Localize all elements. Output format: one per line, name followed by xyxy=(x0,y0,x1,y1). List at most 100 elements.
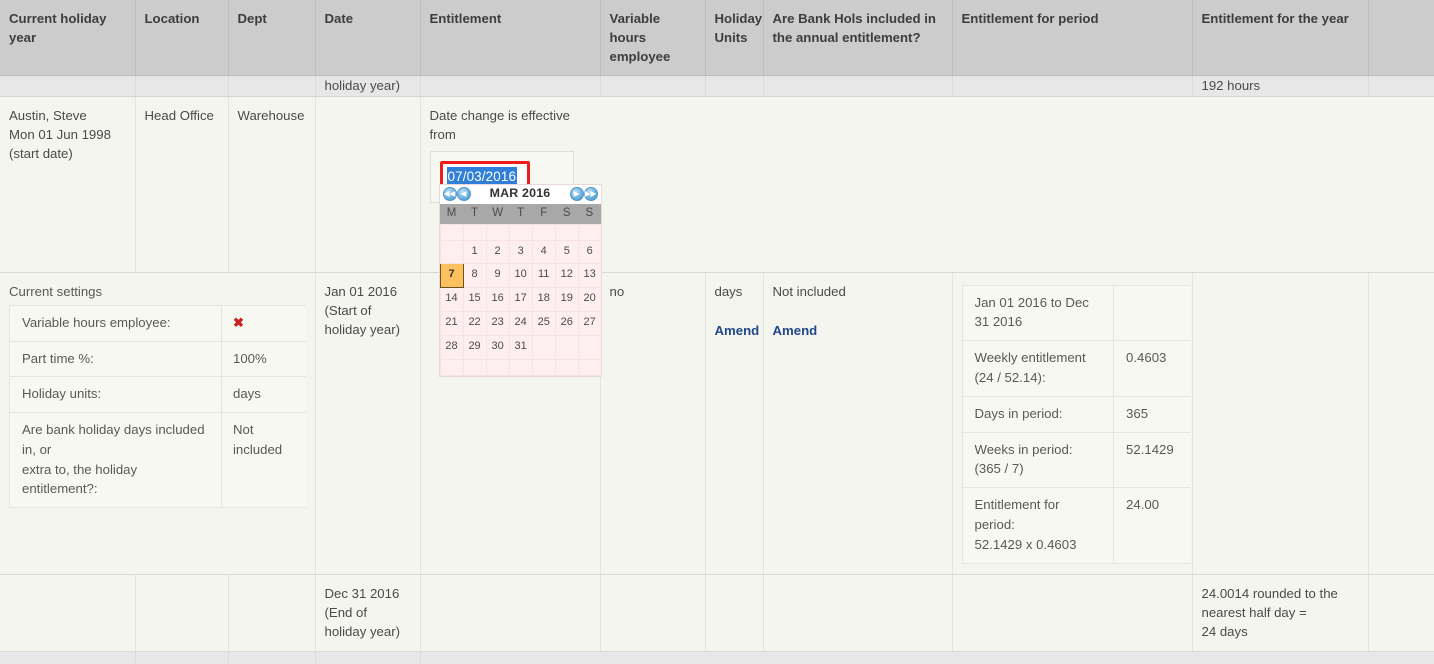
calendar-day[interactable]: 4 xyxy=(531,239,556,265)
calendar-day-empty xyxy=(485,223,510,241)
calendar-day-empty xyxy=(577,359,601,377)
settings-label: Variable hours employee: xyxy=(9,304,222,342)
entitlement-table: Current holiday year Location Dept Date … xyxy=(0,0,1434,664)
column-header-date[interactable]: Date xyxy=(315,0,421,77)
calendar-week-row: 14 15 16 17 18 19 20 xyxy=(439,287,601,313)
calendar-day-selected[interactable]: 7 xyxy=(439,263,464,289)
calendar-day[interactable]: 15 xyxy=(462,287,487,313)
column-header-bank-hols-included[interactable]: Are Bank Hols included in the annual ent… xyxy=(763,0,953,77)
column-header-entitlement-for-period[interactable]: Entitlement for period xyxy=(952,0,1193,77)
cell-empty xyxy=(420,75,601,97)
calendar-day[interactable]: 27 xyxy=(577,311,601,337)
table-row-employee-bach: Bach, Luke Wed 25 Jul 2007 (start date) … xyxy=(0,651,1434,664)
column-header-entitlement-for-the-year[interactable]: Entitlement for the year xyxy=(1192,0,1369,77)
weekday-header-tue: T xyxy=(463,203,487,225)
table-row-year-end: Dec 31 2016 (End of holiday year) 24.001… xyxy=(0,574,1434,652)
next-month-icon[interactable]: ▶ xyxy=(569,187,584,202)
calendar-week-row xyxy=(439,223,601,241)
calendar-day[interactable]: 2 xyxy=(485,239,510,265)
calendar-day[interactable]: 24 xyxy=(508,311,533,337)
weekday-header-thu: T xyxy=(509,203,533,225)
calendar-weekday-row: M T W T F S S xyxy=(440,203,601,225)
settings-label: Holiday units: xyxy=(9,376,222,414)
calendar-day[interactable]: 3 xyxy=(508,239,533,265)
calendar-header: ◀◀ ◀ MAR 2016 ▶ ▶▶ xyxy=(439,184,601,204)
calendar-day[interactable]: 25 xyxy=(531,311,556,337)
column-header-current-holiday-year[interactable]: Current holiday year xyxy=(0,0,136,77)
calendar-day[interactable]: 31 xyxy=(508,335,533,361)
calendar-week-row: 123456 xyxy=(439,239,601,265)
prev-month-icon[interactable]: ◀ xyxy=(456,187,471,202)
calendar-day[interactable]: 22 xyxy=(462,311,487,337)
calendar-day[interactable]: 28 xyxy=(439,335,464,361)
calendar-day[interactable]: 12 xyxy=(554,263,579,289)
cell-date-end-of-year: Dec 31 2016 (End of holiday year) xyxy=(315,574,421,652)
calendar-day[interactable]: 20 xyxy=(577,287,601,313)
calendar-day[interactable]: 11 xyxy=(531,263,556,289)
weekday-header-sat: S xyxy=(555,203,579,225)
amend-holiday-units-link[interactable]: Amend xyxy=(715,321,760,340)
cell-dept: Warehouse xyxy=(228,96,316,273)
calendar-day[interactable]: 5 xyxy=(554,239,579,265)
calendar-day[interactable]: 21 xyxy=(439,311,464,337)
cell-entitlement-datepicker: Date change is effective from 07/03/2016… xyxy=(420,96,1434,378)
calendar-day[interactable]: 17 xyxy=(508,287,533,313)
calendar-day[interactable]: 6 xyxy=(577,239,601,265)
current-settings-title: Current settings xyxy=(9,283,103,299)
cross-icon: ✖ xyxy=(221,304,306,342)
calendar-popup: ◀◀ ◀ MAR 2016 ▶ ▶▶ M T W T F S S 1 2 3 4… xyxy=(438,183,602,378)
cell-current-settings: Current settings Variable hours employee… xyxy=(0,272,316,575)
weekday-header-mon: M xyxy=(440,203,464,225)
calendar-day[interactable]: 16 xyxy=(485,287,510,313)
cell-entitlement-datepicker: Date change is effective from xyxy=(420,651,1434,664)
table-row-employee-austin: Austin, Steve Mon 01 Jun 1998 (start dat… xyxy=(0,96,1434,378)
calendar-day[interactable]: 23 xyxy=(485,311,510,337)
calendar-day[interactable]: 10 xyxy=(508,263,533,289)
column-header-location[interactable]: Location xyxy=(135,0,229,77)
calendar-day-empty xyxy=(554,335,579,361)
calendar-day-empty xyxy=(485,359,510,377)
cell-empty xyxy=(0,75,136,97)
column-header-variable-hours-employee[interactable]: Variable hours employee xyxy=(600,0,706,77)
cell-holiday-units: days Amend xyxy=(705,272,764,575)
column-header-holiday-units[interactable]: Holiday Units xyxy=(705,0,764,77)
column-header-entitlement[interactable]: Entitlement xyxy=(420,0,601,77)
cell-entitlement-year: 192 hours xyxy=(1192,75,1369,97)
employee-name: Austin, Steve xyxy=(9,107,87,123)
calendar-day[interactable]: 26 xyxy=(554,311,579,337)
employee-start-note: (start date) xyxy=(9,145,73,161)
cell-dept: Sales xyxy=(228,651,316,664)
cell-entitlement-year-rounded: 24.0014 rounded to the nearest half day … xyxy=(1192,574,1369,652)
column-header-dept[interactable]: Dept xyxy=(228,0,316,77)
amend-bank-hols-link[interactable]: Amend xyxy=(773,321,943,340)
period-value: 365 xyxy=(1113,395,1190,433)
calendar-day-empty xyxy=(554,223,579,241)
cell-variable-hours: no xyxy=(600,272,706,575)
calendar-day[interactable]: 18 xyxy=(531,287,556,313)
calendar-day[interactable]: 8 xyxy=(462,263,487,289)
period-row: Weekly entitlement (24 / 52.14): 0.4603 xyxy=(961,340,1190,397)
period-label: Days in period: xyxy=(961,395,1115,433)
settings-row: Are bank holiday days included in, or ex… xyxy=(9,412,306,509)
period-value xyxy=(1113,284,1190,342)
cell-date-empty xyxy=(315,651,421,664)
next-year-icon[interactable]: ▶▶ xyxy=(583,187,598,202)
date-picker-widget[interactable]: 07/03/2016 ◀◀ ◀ MAR 2016 ▶ ▶▶ M T W T F … xyxy=(429,150,1426,378)
calendar-day[interactable]: 1 xyxy=(462,239,487,265)
calendar-day[interactable]: 14 xyxy=(439,287,464,313)
cell-entitlement-year-blank xyxy=(1192,272,1369,575)
cell-empty xyxy=(135,75,229,97)
calendar-day[interactable]: 9 xyxy=(485,263,510,289)
calendar-day-empty xyxy=(508,223,533,241)
period-row: Weeks in period: (365 / 7) 52.1429 xyxy=(961,431,1190,489)
period-value: 52.1429 xyxy=(1113,431,1190,489)
calendar-day-empty xyxy=(554,359,579,377)
period-label: Jan 01 2016 to Dec 31 2016 xyxy=(961,284,1115,342)
calendar-day[interactable]: 30 xyxy=(485,335,510,361)
calendar-day[interactable]: 13 xyxy=(577,263,601,289)
calendar-day[interactable]: 29 xyxy=(462,335,487,361)
prev-year-icon[interactable]: ◀◀ xyxy=(442,187,457,202)
cell-empty xyxy=(763,75,953,97)
cell-date-empty xyxy=(315,96,421,273)
calendar-day[interactable]: 19 xyxy=(554,287,579,313)
